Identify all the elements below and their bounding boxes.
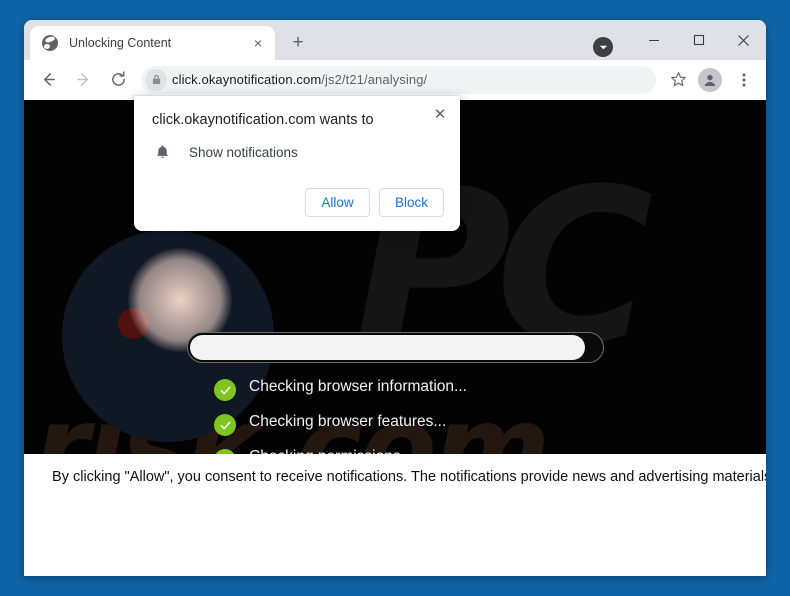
block-button[interactable]: Block (379, 188, 444, 217)
forward-button[interactable] (69, 66, 97, 94)
minimize-button[interactable] (631, 20, 676, 60)
maximize-button[interactable] (676, 20, 721, 60)
new-tab-button[interactable]: + (285, 29, 311, 55)
dialog-close-icon[interactable]: ✕ (430, 104, 450, 124)
progress-bar (187, 332, 604, 363)
browser-tab[interactable]: Unlocking Content × (30, 26, 275, 60)
dialog-title: click.okaynotification.com wants to (152, 112, 374, 128)
browser-window: Unlocking Content × + click.okaynotifica… (24, 20, 766, 576)
window-controls (593, 20, 766, 60)
url-text: click.okaynotification.com/js2/t21/analy… (172, 72, 427, 87)
back-button[interactable] (34, 66, 62, 94)
star-icon[interactable] (664, 66, 692, 94)
consent-text: By clicking "Allow", you consent to rece… (52, 469, 766, 485)
check-circle-icon (214, 379, 236, 401)
reload-button[interactable] (104, 66, 132, 94)
dialog-actions: Allow Block (152, 188, 444, 219)
list-item: Checking browser information... (214, 378, 634, 401)
tab-search-chevron-icon[interactable] (593, 37, 613, 57)
consent-banner-inner: By clicking "Allow", you consent to rece… (24, 454, 766, 488)
avatar-icon[interactable] (698, 67, 722, 92)
close-window-button[interactable] (721, 20, 766, 60)
tab-strip: Unlocking Content × + (24, 20, 766, 60)
checklist-text: Checking browser information... (249, 378, 467, 395)
bell-icon (152, 142, 172, 162)
notification-permission-dialog: ✕ click.okaynotification.com wants to Sh… (134, 96, 460, 231)
tab-title: Unlocking Content (69, 36, 172, 50)
dialog-option-label: Show notifications (189, 144, 298, 160)
url-host: click.okaynotification.com (172, 72, 322, 87)
checklist-text: Checking browser features... (249, 413, 447, 430)
dialog-option-row: Show notifications (152, 142, 444, 162)
globe-icon (42, 35, 58, 51)
consent-banner: By clicking "Allow", you consent to rece… (24, 454, 766, 526)
progress-bar-fill (190, 335, 585, 360)
address-bar[interactable]: click.okaynotification.com/js2/t21/analy… (141, 65, 656, 94)
allow-button[interactable]: Allow (305, 188, 370, 217)
list-item: Checking browser features... (214, 413, 634, 436)
three-dot-menu-icon[interactable] (730, 66, 758, 94)
browser-toolbar: click.okaynotification.com/js2/t21/analy… (24, 60, 766, 100)
url-path: /js2/t21/analysing/ (321, 72, 428, 87)
check-circle-icon (214, 414, 236, 436)
lock-icon (145, 68, 167, 91)
tab-close-icon[interactable]: × (249, 34, 267, 52)
